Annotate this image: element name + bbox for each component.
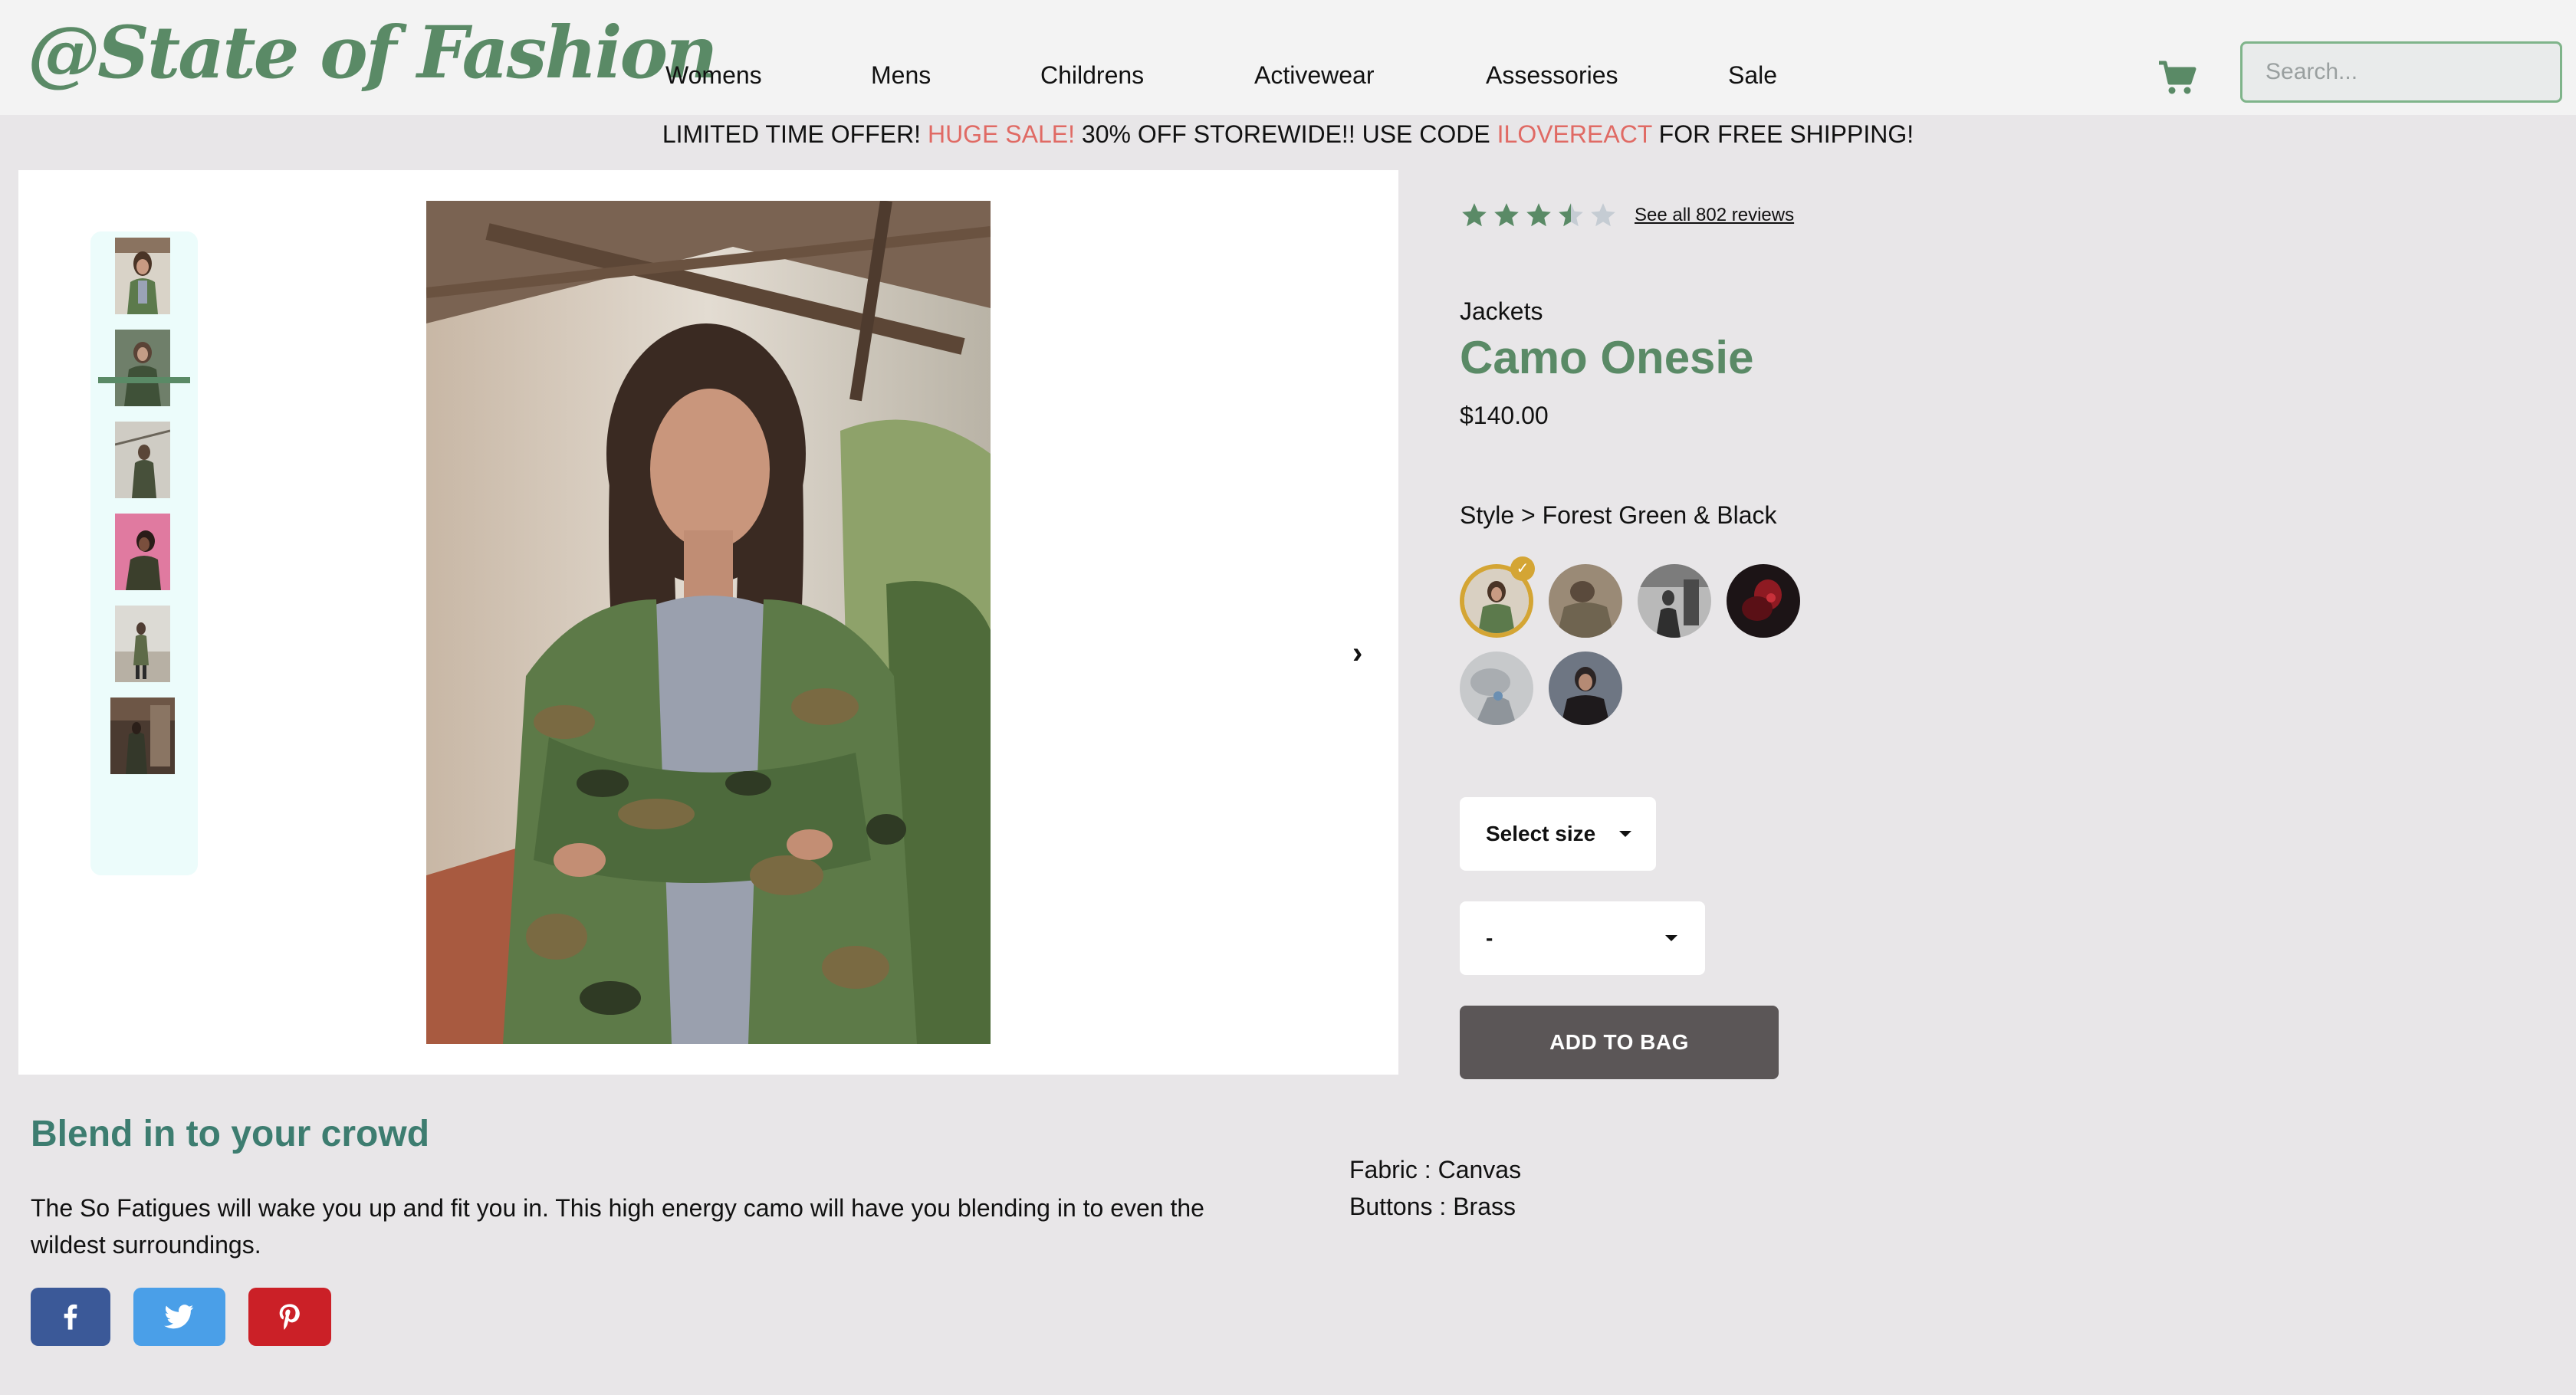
nav-sale[interactable]: Sale (1728, 61, 1777, 90)
detail-value: Canvas (1438, 1156, 1522, 1183)
detail-label: Fabric : (1349, 1156, 1438, 1183)
style-swatch-4[interactable] (1727, 564, 1800, 638)
size-select-label: Select size (1486, 822, 1596, 845)
next-image-arrow[interactable]: › (1352, 638, 1362, 668)
site-logo[interactable]: @State of Fashion (28, 11, 718, 95)
promo-code: ILOVEREACT (1497, 120, 1652, 148)
size-select[interactable]: Select size (1460, 797, 1656, 871)
product-price: $140.00 (1460, 402, 1549, 429)
facebook-icon (64, 1304, 77, 1330)
star-icon (1526, 203, 1551, 227)
pinterest-icon (279, 1304, 300, 1330)
chevron-down-icon (1619, 831, 1631, 837)
style-swatch-5[interactable] (1460, 652, 1533, 725)
product-title: Camo Onesie (1460, 332, 1754, 383)
banner-text: LIMITED TIME OFFER! (662, 120, 928, 148)
search-input[interactable] (2240, 41, 2562, 103)
nav-assessories[interactable]: Assessories (1486, 61, 1618, 90)
thumbnail-4[interactable] (115, 514, 170, 590)
nav-womens[interactable]: Womens (665, 61, 762, 90)
description-text: The So Fatigues will wake you up and fit… (31, 1194, 1204, 1259)
nav-childrens[interactable]: Childrens (1040, 61, 1144, 90)
detail-row: Fabric : Canvas (1349, 1151, 1521, 1188)
style-name: Forest Green & Black (1542, 501, 1777, 529)
banner-highlight: HUGE SALE! (927, 120, 1076, 148)
rating-row: See all 802 reviews (1460, 201, 1794, 230)
product-gallery: › (18, 170, 1398, 1075)
style-swatch-2[interactable] (1549, 564, 1622, 638)
style-swatch-3[interactable] (1638, 564, 1711, 638)
see-all-reviews-link[interactable]: See all 802 reviews (1635, 205, 1794, 226)
style-swatch-6[interactable] (1549, 652, 1622, 725)
thumbnail-strip (90, 231, 198, 875)
add-to-bag-button[interactable]: ADD TO BAG (1460, 1006, 1779, 1079)
chevron-down-icon (1665, 935, 1677, 941)
twitter-icon (164, 1305, 194, 1329)
thumbnail-3[interactable] (115, 422, 170, 498)
thumbnail-1[interactable] (115, 238, 170, 314)
promo-banner: LIMITED TIME OFFER! HUGE SALE! 30% OFF S… (0, 115, 2576, 153)
facebook-share-button[interactable] (31, 1288, 110, 1346)
banner-text: FOR FREE SHIPPING! (1651, 120, 1914, 148)
twitter-share-button[interactable] (133, 1288, 225, 1346)
star-icon (1494, 203, 1519, 227)
thumbnail-6[interactable] (110, 698, 175, 774)
description-title: Blend in to your crowd (31, 1114, 430, 1154)
pinterest-share-button[interactable] (248, 1288, 331, 1346)
shopping-cart-icon[interactable] (2157, 60, 2197, 97)
product-category: Jackets (1460, 297, 1543, 325)
banner-text: 30% OFF STOREWIDE!! USE CODE (1075, 120, 1497, 148)
quantity-select[interactable]: - (1460, 901, 1705, 975)
detail-row: Buttons : Brass (1349, 1188, 1521, 1225)
half-star-icon (1559, 203, 1583, 227)
header: @State of Fashion Womens Mens Childrens … (0, 0, 2576, 115)
star-icon (1462, 203, 1487, 227)
nav-activewear[interactable]: Activewear (1254, 61, 1375, 90)
detail-label: Buttons : (1349, 1193, 1454, 1220)
style-prefix: Style > (1460, 501, 1543, 529)
style-label: Style > Forest Green & Black (1460, 501, 1777, 530)
empty-star-icon (1591, 203, 1615, 227)
selected-thumbnail-indicator (98, 377, 190, 383)
product-details: Fabric : Canvas Buttons : Brass (1349, 1151, 1521, 1225)
quantity-select-label: - (1486, 926, 1493, 950)
thumbnail-2[interactable] (115, 330, 170, 406)
selected-check-icon: ✓ (1510, 556, 1535, 581)
nav-mens[interactable]: Mens (871, 61, 931, 90)
thumbnail-5[interactable] (115, 606, 170, 682)
main-product-image (426, 201, 991, 1044)
detail-value: Brass (1453, 1193, 1516, 1220)
